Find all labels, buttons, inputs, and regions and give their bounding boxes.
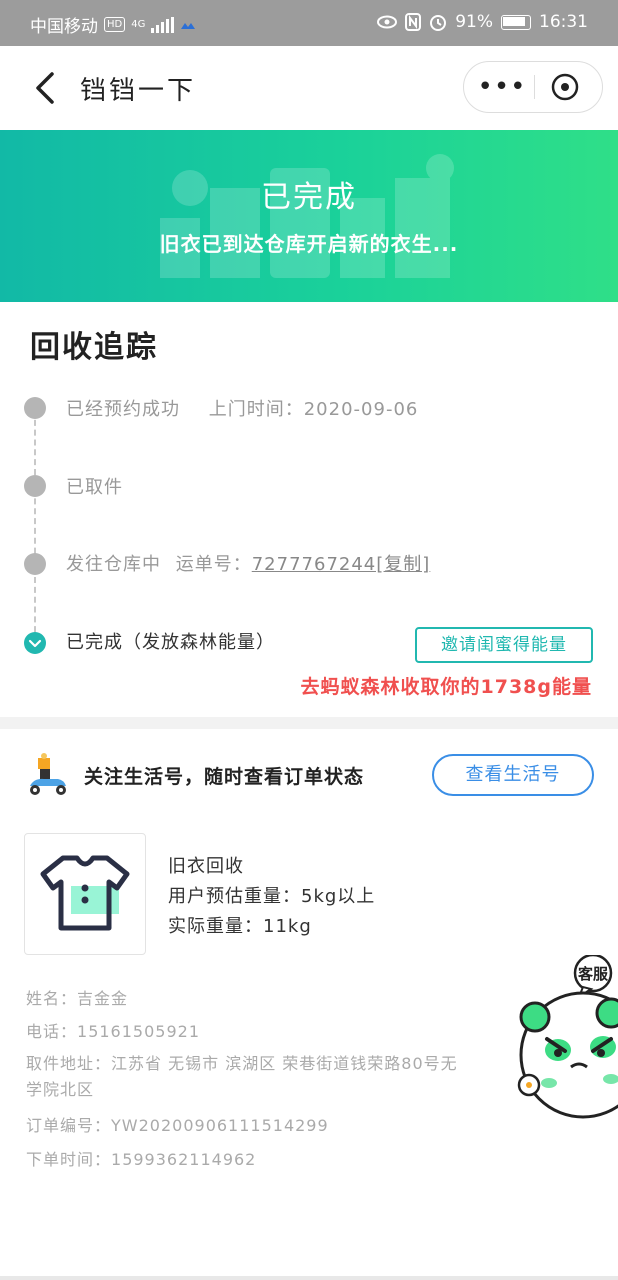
customer-name-row: 姓名：吉金金 <box>26 985 128 1009</box>
back-arrow-icon[interactable] <box>28 68 68 108</box>
customer-service-button[interactable]: 客服 <box>513 953 618 1135</box>
timeline-dot <box>24 553 46 575</box>
section-divider <box>0 717 618 729</box>
pickup-time-value: 2020-09-06 <box>303 399 419 420</box>
invite-friend-button[interactable]: 邀请闺蜜得能量 <box>415 627 593 663</box>
order-number-row: 订单编号：YW20200906111514299 <box>26 1112 329 1136</box>
timeline-dot <box>24 397 46 419</box>
bottom-edge <box>0 1276 618 1280</box>
name-value: 吉金金 <box>77 989 129 1008</box>
tshirt-icon <box>40 855 130 931</box>
step-label: 已经预约成功 <box>66 399 180 420</box>
panda-mascot-icon: 客服 <box>517 953 618 1119</box>
wifi-icon <box>181 22 196 29</box>
address-label: 取件地址： <box>26 1054 112 1073</box>
more-options-button[interactable]: ••• <box>478 62 526 112</box>
network-label: 4G <box>131 19 146 30</box>
timeline-connector <box>34 410 36 642</box>
battery-icon <box>501 14 531 30</box>
hd-badge: HD <box>104 17 126 32</box>
order-time-value: 1599362114962 <box>111 1150 257 1169</box>
battery-percent: 91% <box>455 12 493 32</box>
timeline-step-booked: 已经预约成功 上门时间：2020-09-06 <box>66 395 418 421</box>
banner-city-illustration <box>160 154 454 278</box>
carrier-label: 中国移动 <box>30 17 98 37</box>
completed-check-icon <box>24 632 46 654</box>
follow-prompt-text: 关注生活号，随时查看订单状态 <box>84 766 365 788</box>
clock: 16:31 <box>539 12 588 32</box>
product-name: 旧衣回收 <box>168 856 244 877</box>
eye-icon <box>377 15 398 29</box>
status-bar: 中国移动 HD 4G 91% 16:31 <box>0 0 618 46</box>
phone-label: 电话： <box>26 1022 78 1041</box>
order-time-label: 下单时间： <box>26 1150 112 1169</box>
order-time-row: 下单时间：1599362114962 <box>26 1146 256 1170</box>
customer-service-label: 客服 <box>577 965 609 983</box>
phone-row: 电话：15161505921 <box>26 1018 200 1042</box>
product-thumbnail <box>24 833 146 955</box>
phone-value: 15161505921 <box>77 1022 200 1041</box>
name-label: 姓名： <box>26 989 78 1008</box>
address-row-continued: 学院北区 <box>26 1080 95 1099</box>
banner-title: 已完成 <box>261 180 357 215</box>
capsule-divider <box>534 75 535 99</box>
status-banner: 已完成 旧衣已到达仓库开启新的衣生... <box>0 130 618 302</box>
timeline-dot <box>24 475 46 497</box>
collect-energy-link[interactable]: 去蚂蚁森林收取你的1738g能量 <box>301 672 592 699</box>
page-title: 铛铛一下 <box>80 76 197 106</box>
timeline-step-shipping: 发往仓库中 运单号：7277767244[复制] <box>66 550 430 576</box>
nfc-icon <box>405 13 422 31</box>
timeline-step-completed: 已完成（发放森林能量） <box>66 632 275 653</box>
close-circle-icon[interactable] <box>550 72 580 102</box>
view-life-account-button[interactable]: 查看生活号 <box>432 754 594 796</box>
actual-weight: 实际重量：11kg <box>168 916 312 937</box>
order-number-label: 订单编号： <box>26 1116 112 1135</box>
banner-subtitle: 旧衣已到达仓库开启新的衣生... <box>159 232 459 256</box>
navigation-bar: 铛铛一下 ••• <box>0 46 618 130</box>
pickup-time-label: 上门时间： <box>208 399 304 420</box>
order-number-value: YW20200906111514299 <box>111 1116 329 1135</box>
mini-program-capsule: ••• <box>463 61 603 113</box>
step-label: 发往仓库中 <box>66 554 161 575</box>
waybill-label: 运单号： <box>175 554 252 575</box>
address-value: 江苏省 无锡市 滨湖区 荣巷街道钱荣路80号无 <box>111 1054 458 1073</box>
waybill-copy-link[interactable]: 7277767244[复制] <box>252 554 431 575</box>
alarm-icon <box>430 15 447 31</box>
tracking-section-title: 回收追踪 <box>30 330 158 365</box>
address-row: 取件地址：江苏省 无锡市 滨湖区 荣巷街道钱荣路80号无 <box>26 1050 458 1074</box>
signal-icon <box>151 16 175 33</box>
estimated-weight: 用户预估重量：5kg以上 <box>168 886 376 907</box>
delivery-scooter-icon <box>30 753 66 795</box>
timeline-step-picked-up: 已取件 <box>66 477 123 498</box>
